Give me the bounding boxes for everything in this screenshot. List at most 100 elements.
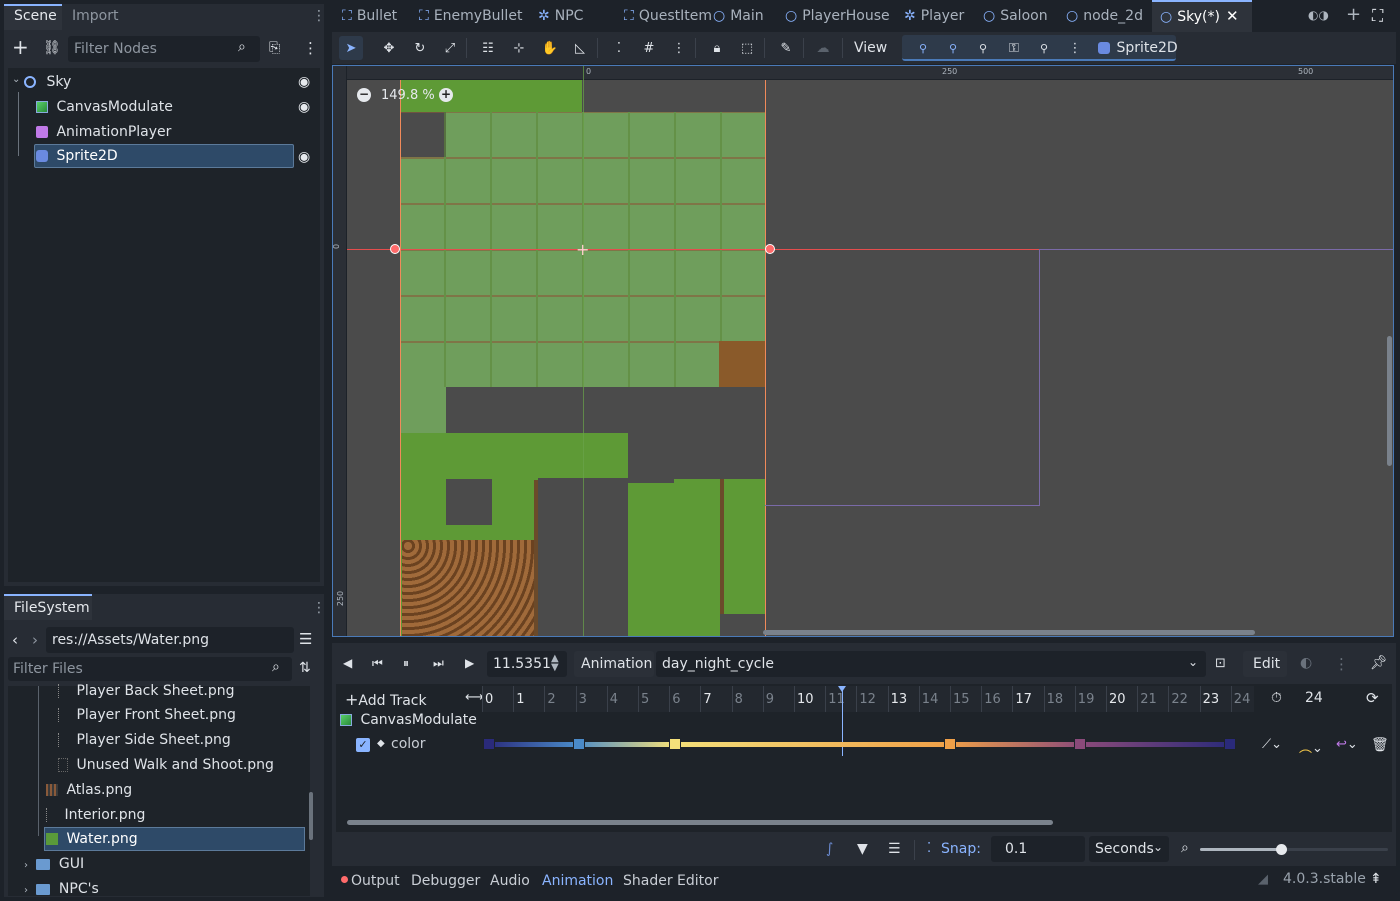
bottom-tab[interactable]: Debugger xyxy=(411,871,480,891)
filter-nodes-input[interactable]: Filter Nodes ⌕ xyxy=(68,36,260,62)
pivot-handle-left[interactable] xyxy=(390,244,400,254)
zoom-slider-handle[interactable] xyxy=(1276,844,1287,855)
pivot-tool-icon[interactable]: ⊹ xyxy=(507,36,531,60)
scene-tab[interactable]: ○ Saloon xyxy=(975,0,1056,32)
snap-unit-select[interactable]: Seconds ⌄ xyxy=(1089,836,1169,862)
pivot-cross-icon[interactable]: + xyxy=(576,240,589,259)
file-item[interactable]: Player Side Sheet.png xyxy=(58,728,231,752)
scene-tab[interactable]: ○ Main xyxy=(705,0,772,32)
scene-tab[interactable]: ✲ Player xyxy=(896,0,972,32)
tree-item-canvasmodulate[interactable]: CanvasModulate xyxy=(36,95,173,119)
filter-icon[interactable]: ▼ xyxy=(857,841,868,857)
tab-filesystem[interactable]: FileSystem xyxy=(14,600,90,616)
animation-select[interactable]: day_night_cycle ⌄ xyxy=(656,651,1206,677)
tree-item-sky[interactable]: Sky xyxy=(24,70,71,94)
back-chevron-icon[interactable]: ‹ xyxy=(12,631,18,649)
key-rotation-icon[interactable]: ⚲ xyxy=(941,36,965,60)
add-tab-icon[interactable]: + xyxy=(1346,4,1361,25)
dock-menu-icon[interactable]: ⋮ xyxy=(312,600,326,616)
scene-menu-icon[interactable]: ⋮ xyxy=(303,39,318,57)
scene-tab[interactable]: ○ node_2d xyxy=(1058,0,1151,32)
pause-icon[interactable]: ⏸ xyxy=(403,656,409,671)
file-item[interactable]: Unused Walk and Shoot.png xyxy=(58,753,274,777)
viewport-h-scrollbar[interactable] xyxy=(763,630,1255,635)
bezier-icon[interactable]: ∫ xyxy=(826,841,833,857)
keyframe[interactable] xyxy=(669,738,681,750)
play-backwards-start-icon[interactable]: ⏮ xyxy=(372,656,383,671)
track-list-icon[interactable]: ☰ xyxy=(888,841,901,857)
bottom-tab[interactable]: Animation xyxy=(542,871,613,891)
add-track-button[interactable]: +Add Track xyxy=(345,690,427,709)
time-spinbox[interactable]: 11.5351 ▲ ▼ xyxy=(487,651,567,677)
scene-tab[interactable]: ⛶ EnemyBullet xyxy=(411,0,530,32)
tab-import[interactable]: Import xyxy=(72,8,118,24)
file-item[interactable]: Player Back Sheet.png xyxy=(58,679,234,703)
scene-tab[interactable]: ✲ NPC xyxy=(530,0,591,32)
visibility-eye-icon[interactable]: ◉ xyxy=(298,149,310,165)
pivot-handle-right[interactable] xyxy=(765,244,775,254)
file-item[interactable]: Player Front Sheet.png xyxy=(58,703,236,727)
link-icon[interactable]: ⛓ xyxy=(43,40,61,56)
list-select-icon[interactable]: ☷ xyxy=(476,36,500,60)
path-field[interactable]: res://Assets/Water.png xyxy=(46,627,294,653)
interp-cubic-icon[interactable]: ︵⌄ xyxy=(1299,737,1323,756)
split-view-icon[interactable]: ☰ xyxy=(299,630,312,648)
close-tab-icon[interactable]: ✕ xyxy=(1226,7,1239,25)
keyframe[interactable] xyxy=(573,738,585,750)
dock-menu-icon[interactable]: ⋮ xyxy=(312,8,326,24)
length-value[interactable]: 24 xyxy=(1305,690,1323,706)
viewport[interactable]: 0 250 500 0 250 + − 149.8 % + xyxy=(332,65,1394,637)
keyframe[interactable] xyxy=(1224,738,1236,750)
key-scale-icon[interactable]: ⚲ xyxy=(971,36,995,60)
track-node-row[interactable]: CanvasModulate xyxy=(340,712,477,728)
distraction-free-icon[interactable]: ⛶ xyxy=(1372,6,1383,26)
folder-item[interactable]: › NPC's xyxy=(24,877,99,901)
visibility-eye-icon[interactable]: ◉ xyxy=(298,74,310,90)
grid-snap-icon[interactable]: # xyxy=(637,36,661,60)
smart-snap-icon[interactable]: ⁚ xyxy=(607,36,631,60)
zoom-level[interactable]: 149.8 % xyxy=(381,88,435,103)
file-item[interactable]: Atlas.png xyxy=(46,778,132,802)
sort-icon[interactable]: ⇅ xyxy=(299,660,311,676)
play-start-icon[interactable]: ⏭ xyxy=(433,656,444,671)
timer-icon[interactable]: ⏱ xyxy=(1271,690,1282,706)
cpu-particles-icon[interactable]: ☁ xyxy=(811,36,835,60)
tab-scene[interactable]: Scene xyxy=(14,8,57,24)
zoom-in-icon[interactable]: + xyxy=(439,88,453,102)
ruler-left[interactable] xyxy=(333,66,347,636)
select-tool-icon[interactable]: ➤ xyxy=(339,36,363,60)
instance-scene-icon[interactable]: ⎘ xyxy=(269,40,280,56)
pan-tool-icon[interactable]: ✋ xyxy=(538,36,562,60)
edit-button[interactable]: Edit xyxy=(1243,651,1287,677)
viewport-v-scrollbar[interactable] xyxy=(1387,336,1392,466)
autoplay-icon[interactable]: ⊡ xyxy=(1215,656,1226,671)
interp-linear-icon[interactable]: ⟋⌄ xyxy=(1262,737,1282,752)
track-enabled-checkbox[interactable]: ✓ xyxy=(356,738,370,752)
scale-tool-icon[interactable]: ⤢ xyxy=(438,36,462,60)
loop-icon[interactable]: ⟳ xyxy=(1366,689,1379,707)
key-options-icon[interactable]: ⋮ xyxy=(1063,36,1087,60)
visibility-eye-icon[interactable]: ◉ xyxy=(298,99,310,115)
ruler-tool-icon[interactable]: ◺ xyxy=(568,36,592,60)
snap-options-icon[interactable]: ⋮ xyxy=(667,36,691,60)
ruler-top[interactable] xyxy=(333,66,1393,80)
file-item[interactable]: Interior.png xyxy=(46,803,145,827)
bottom-tab[interactable]: Audio xyxy=(490,871,530,891)
fit-width-icon[interactable]: ⟷ xyxy=(465,690,484,705)
scene-tab[interactable]: ○ PlayerHouse xyxy=(777,0,898,32)
play-icon[interactable]: ▶ xyxy=(465,656,474,670)
snap-input[interactable]: 0.1 xyxy=(991,836,1085,862)
zoom-out-icon[interactable]: − xyxy=(357,88,371,102)
group-icon[interactable]: ⬚ xyxy=(735,36,759,60)
expand-panel-icon[interactable]: ⇞ xyxy=(1370,871,1382,887)
insert-key-icon[interactable]: ⚿ xyxy=(1002,36,1026,60)
file-item-selected[interactable]: Water.png xyxy=(46,827,138,851)
forward-chevron-icon[interactable]: › xyxy=(32,631,38,649)
bottom-tab[interactable]: Output xyxy=(351,871,400,891)
tree-item-animationplayer[interactable]: AnimationPlayer xyxy=(36,120,171,144)
collapse-arrow-icon[interactable]: ⌄ xyxy=(12,74,20,85)
filter-files-input[interactable]: Filter Files ⌕ xyxy=(8,657,292,681)
keyframe[interactable] xyxy=(483,738,495,750)
tree-item-sprite2d[interactable]: Sprite2D xyxy=(36,144,118,168)
play-backwards-icon[interactable]: ◀ xyxy=(343,656,352,670)
